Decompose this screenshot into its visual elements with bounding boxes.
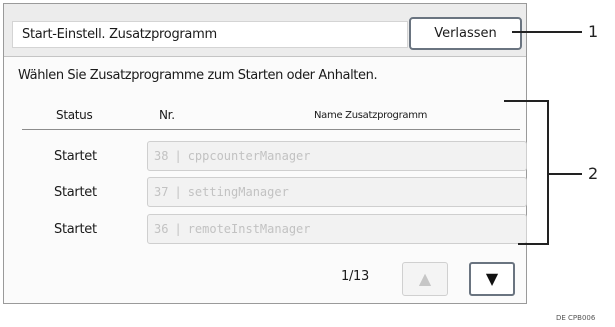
title-bar: Start-Einstell. Zusatzprogramm Verlassen xyxy=(4,4,526,57)
scroll-down-button[interactable]: ▼ xyxy=(469,262,515,296)
callout-bracket-bottom xyxy=(518,243,549,245)
program-entry[interactable]: 36 | remoteInstManager xyxy=(147,214,527,244)
screen-title: Start-Einstell. Zusatzprogramm xyxy=(12,21,408,48)
scroll-up-button[interactable]: ▲ xyxy=(402,262,448,296)
program-entry[interactable]: 37 | settingManager xyxy=(147,177,527,207)
figure-code: DE CPB006 xyxy=(556,314,596,322)
exit-button[interactable]: Verlassen xyxy=(409,17,522,50)
header-divider xyxy=(22,129,520,130)
column-header-name: Name Zusatzprogramm xyxy=(314,110,428,121)
table-row: Startet 37 | settingManager xyxy=(4,177,527,211)
program-entry[interactable]: 38 | cppcounterManager xyxy=(147,141,527,171)
table-row: Startet 38 | cppcounterManager xyxy=(4,141,527,175)
callout-line-2 xyxy=(547,173,582,175)
callout-number-1: 1 xyxy=(588,22,599,41)
triangle-down-icon: ▼ xyxy=(485,269,499,288)
triangle-up-icon: ▲ xyxy=(418,269,432,288)
table-row: Startet 36 | remoteInstManager xyxy=(4,214,527,248)
instruction-text: Wählen Sie Zusatzprogramme zum Starten o… xyxy=(18,68,378,83)
callout-bracket-top xyxy=(504,100,549,102)
program-name: settingManager xyxy=(187,185,289,199)
column-header-status: Status xyxy=(56,108,93,122)
page-indicator: 1/13 xyxy=(341,269,369,284)
program-number: 36 xyxy=(154,222,169,236)
column-header-nr: Nr. xyxy=(159,108,175,122)
program-name: remoteInstManager xyxy=(187,222,311,236)
program-number: 38 xyxy=(154,149,169,163)
program-name: cppcounterManager xyxy=(187,149,311,163)
row-status: Startet xyxy=(54,185,97,200)
row-status: Startet xyxy=(54,149,97,164)
program-number: 37 xyxy=(154,185,169,199)
row-status: Startet xyxy=(54,222,97,237)
callout-number-2: 2 xyxy=(588,164,599,183)
callout-line-1 xyxy=(512,31,582,33)
app-panel: Start-Einstell. Zusatzprogramm Verlassen… xyxy=(3,3,527,304)
